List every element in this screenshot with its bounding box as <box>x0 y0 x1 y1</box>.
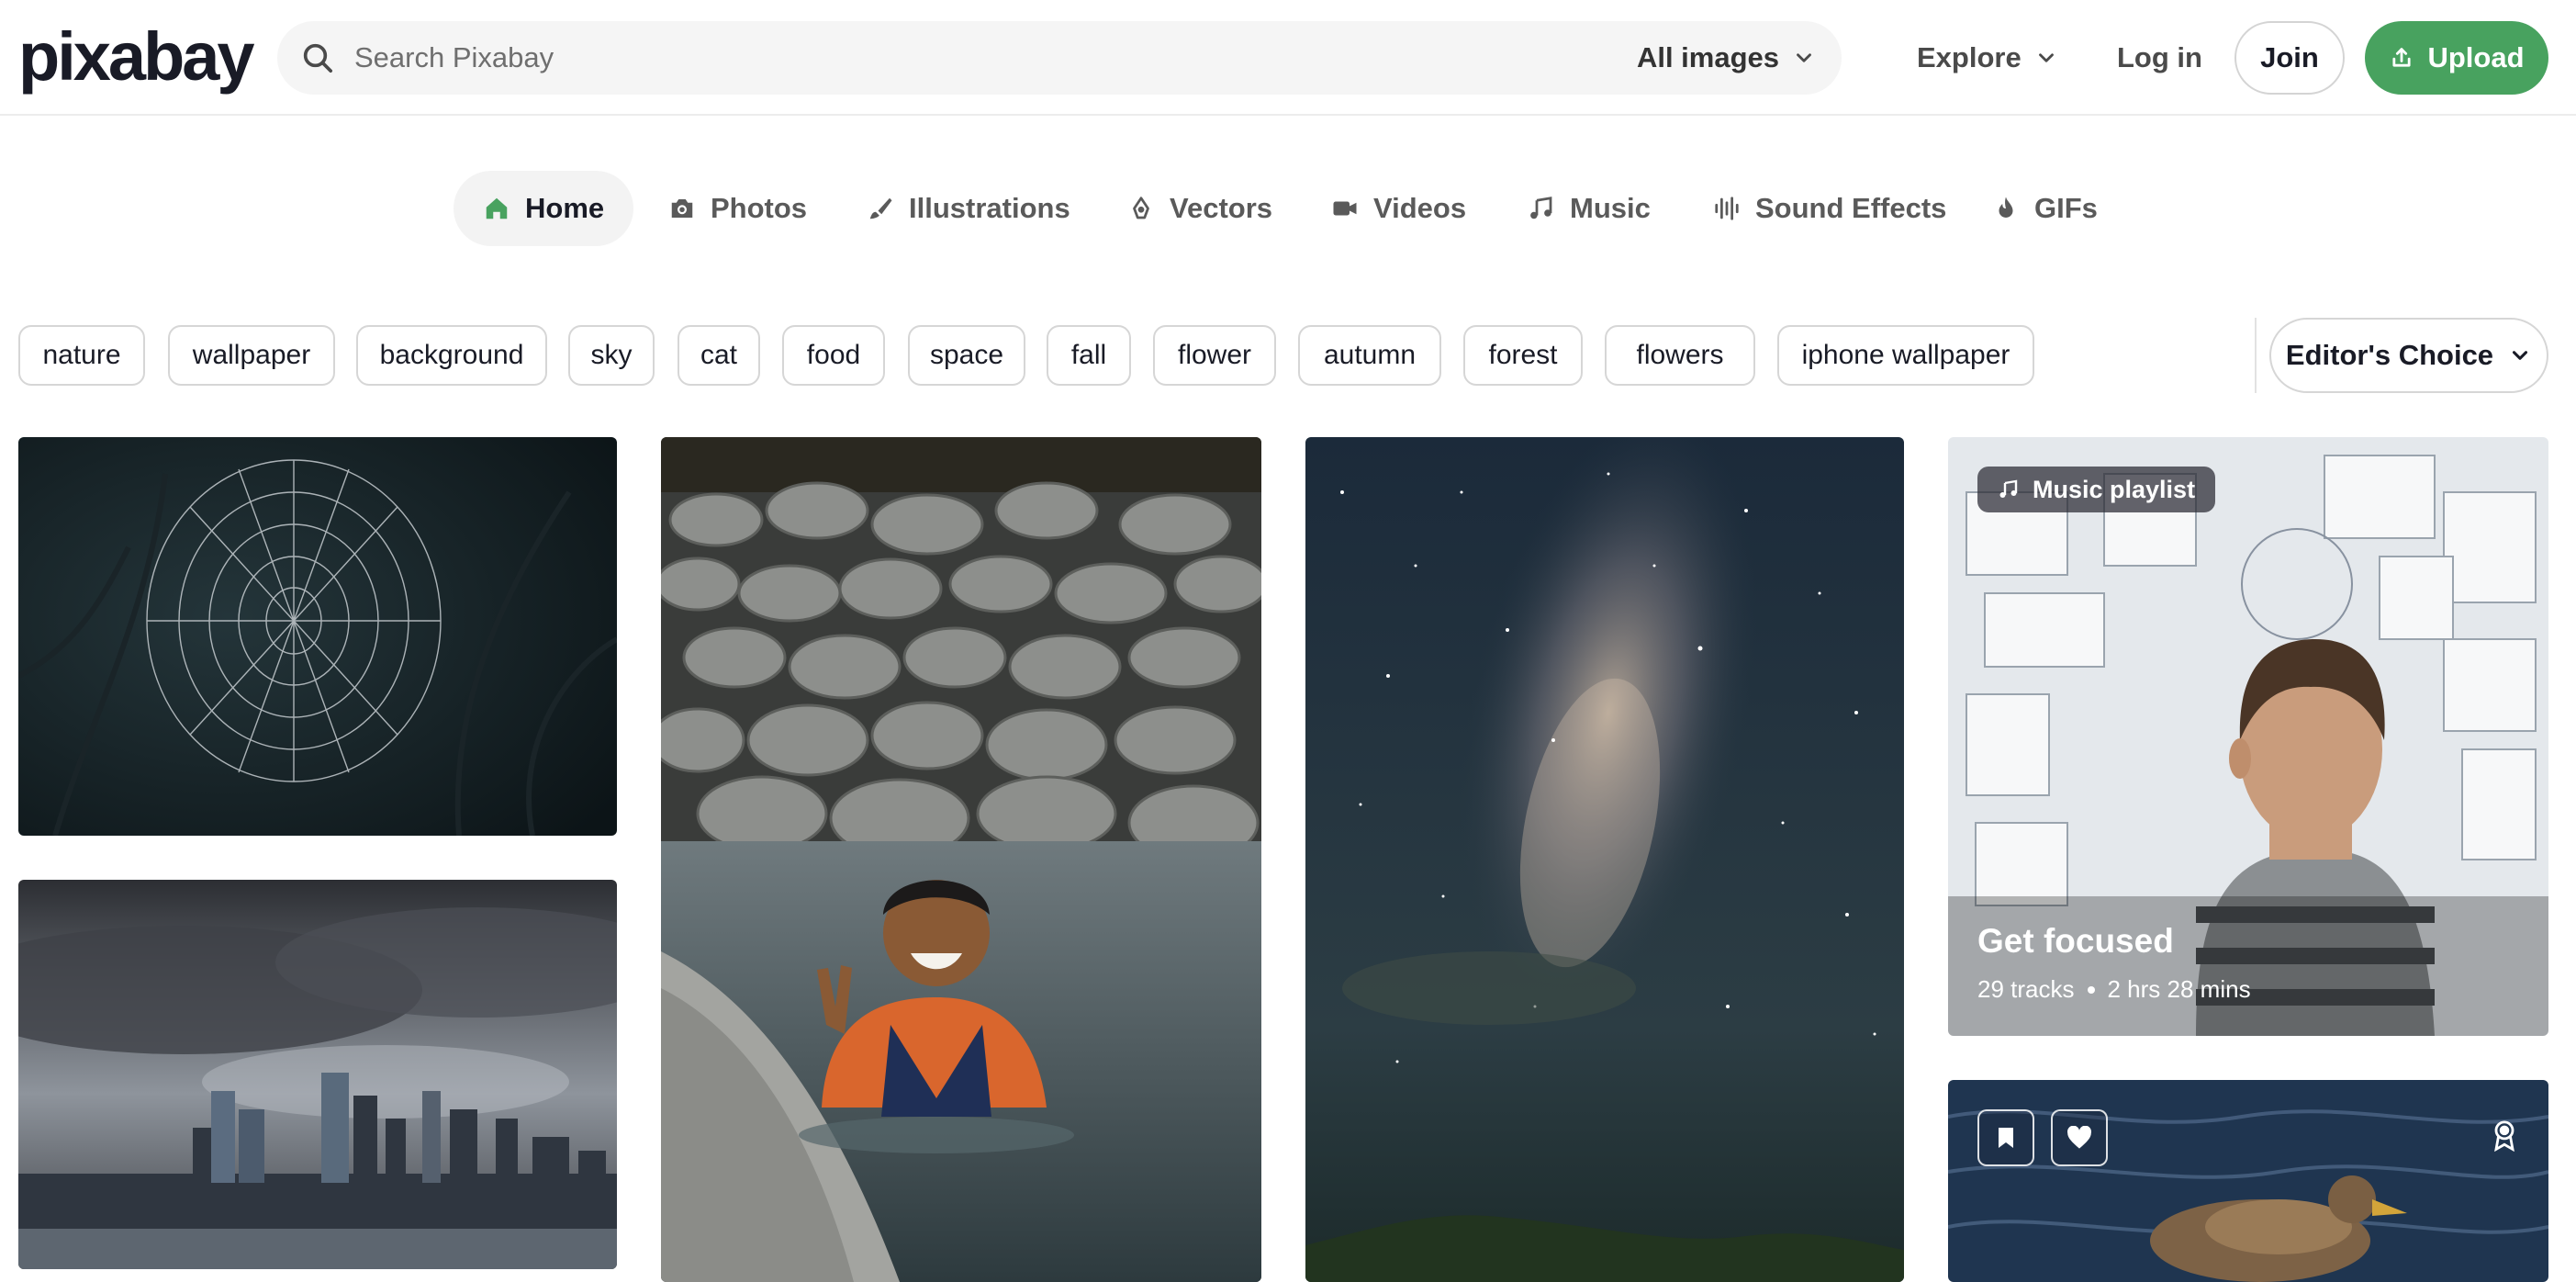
like-button[interactable] <box>2051 1109 2108 1166</box>
tab-gifs[interactable]: GIFs <box>1992 171 2098 246</box>
camera-icon <box>671 199 693 218</box>
playlist-duration: 2 hrs 28 mins <box>2107 975 2251 1003</box>
boy-river-image <box>661 437 1261 1282</box>
photo-city-skyline[interactable] <box>18 880 617 1269</box>
tab-music[interactable]: Music <box>1528 171 1651 246</box>
photo-duck[interactable] <box>1948 1080 2548 1282</box>
tag-chip[interactable]: autumn <box>1298 325 1441 386</box>
duck-image <box>1948 1080 2548 1282</box>
music-playlist-badge: Music playlist <box>1977 467 2216 512</box>
tag-chip[interactable]: flower <box>1153 325 1276 386</box>
explore-menu[interactable]: Explore <box>1917 21 2058 95</box>
login-link[interactable]: Log in <box>2117 21 2202 95</box>
tab-photos[interactable]: Photos <box>668 171 807 246</box>
tag-chip[interactable]: forest <box>1463 325 1583 386</box>
bookmark-icon <box>1999 1128 2013 1148</box>
category-tabs: Home Photos Illustrations Vectors Videos… <box>0 171 2576 246</box>
pixabay-logo[interactable]: pixabay <box>18 20 255 94</box>
join-button[interactable]: Join <box>2234 21 2345 95</box>
photo-boy-river[interactable] <box>661 437 1261 1282</box>
tag-chip[interactable]: background <box>356 325 547 386</box>
search-input[interactable] <box>354 21 1548 95</box>
tab-videos[interactable]: Videos <box>1331 171 1466 246</box>
upload-icon <box>2392 48 2412 67</box>
tag-chip[interactable]: nature <box>18 325 145 386</box>
tab-vectors[interactable]: Vectors <box>1127 171 1272 246</box>
separator-dot <box>2087 985 2095 994</box>
home-icon <box>486 197 508 219</box>
tag-chip[interactable]: wallpaper <box>168 325 335 386</box>
tag-chip[interactable]: space <box>908 325 1025 386</box>
search-scope-label: All images <box>1636 41 1779 73</box>
top-header: pixabay All images Explore Log in Join U… <box>0 0 2576 116</box>
bookmark-button[interactable] <box>1977 1109 2034 1166</box>
editors-choice-label: Editor's Choice <box>2285 339 2494 371</box>
explore-label: Explore <box>1917 41 2022 73</box>
chevron-down-icon <box>1797 53 1811 62</box>
music-note-icon <box>1530 197 1552 219</box>
music-note-icon <box>1999 479 2018 498</box>
upload-button[interactable]: Upload <box>2365 21 2548 95</box>
tab-label: Videos <box>1373 192 1467 224</box>
city-skyline-image <box>18 880 617 1269</box>
playlist-title: Get focused <box>1977 922 2174 960</box>
chevron-down-icon <box>2513 351 2528 360</box>
playlist-meta: 29 tracks 2 hrs 28 mins <box>1977 975 2251 1004</box>
tab-label: Home <box>525 192 605 224</box>
search-icon <box>303 43 332 73</box>
upload-label: Upload <box>2427 41 2525 73</box>
search-bar: All images <box>277 21 1842 95</box>
pen-nib-icon <box>1133 197 1149 219</box>
chip-divider <box>2255 318 2257 393</box>
tag-chip[interactable]: sky <box>568 325 655 386</box>
tag-chip[interactable]: flowers <box>1605 325 1755 386</box>
waveform-icon <box>1715 197 1739 220</box>
tab-sound-effects[interactable]: Sound Effects <box>1713 171 1946 246</box>
tab-home[interactable]: Home <box>454 171 634 246</box>
brush-icon <box>869 197 892 219</box>
milky-way-image <box>1305 437 1904 1282</box>
editors-choice-dropdown[interactable]: Editor's Choice <box>2269 318 2548 393</box>
tag-chip[interactable]: food <box>782 325 885 386</box>
photo-milky-way[interactable] <box>1305 437 1904 1282</box>
playlist-tracks: 29 tracks <box>1977 975 2075 1003</box>
badge-label: Music playlist <box>2033 475 2196 503</box>
tab-label: Sound Effects <box>1755 192 1947 224</box>
tab-label: Illustrations <box>909 192 1070 224</box>
chevron-down-icon <box>2038 53 2054 62</box>
music-playlist-card[interactable]: Music playlist Get focused 29 tracks 2 h… <box>1948 437 2548 1036</box>
video-camera-icon <box>1333 201 1357 216</box>
spider-web-image <box>18 437 617 836</box>
tab-label: Vectors <box>1170 192 1273 224</box>
photo-spider-web[interactable] <box>18 437 617 836</box>
tag-chip[interactable]: iphone wallpaper <box>1777 325 2034 386</box>
tab-label: Photos <box>711 192 808 224</box>
flame-icon <box>1999 197 2013 218</box>
search-scope-dropdown[interactable]: All images <box>1637 21 1816 95</box>
tag-chip[interactable]: cat <box>678 325 760 386</box>
tab-label: GIFs <box>2034 192 2098 224</box>
award-icon <box>2494 1120 2514 1152</box>
tab-label: Music <box>1570 192 1651 224</box>
tag-chip[interactable]: fall <box>1047 325 1131 386</box>
heart-icon <box>2067 1126 2091 1149</box>
tab-illustrations[interactable]: Illustrations <box>867 171 1070 246</box>
